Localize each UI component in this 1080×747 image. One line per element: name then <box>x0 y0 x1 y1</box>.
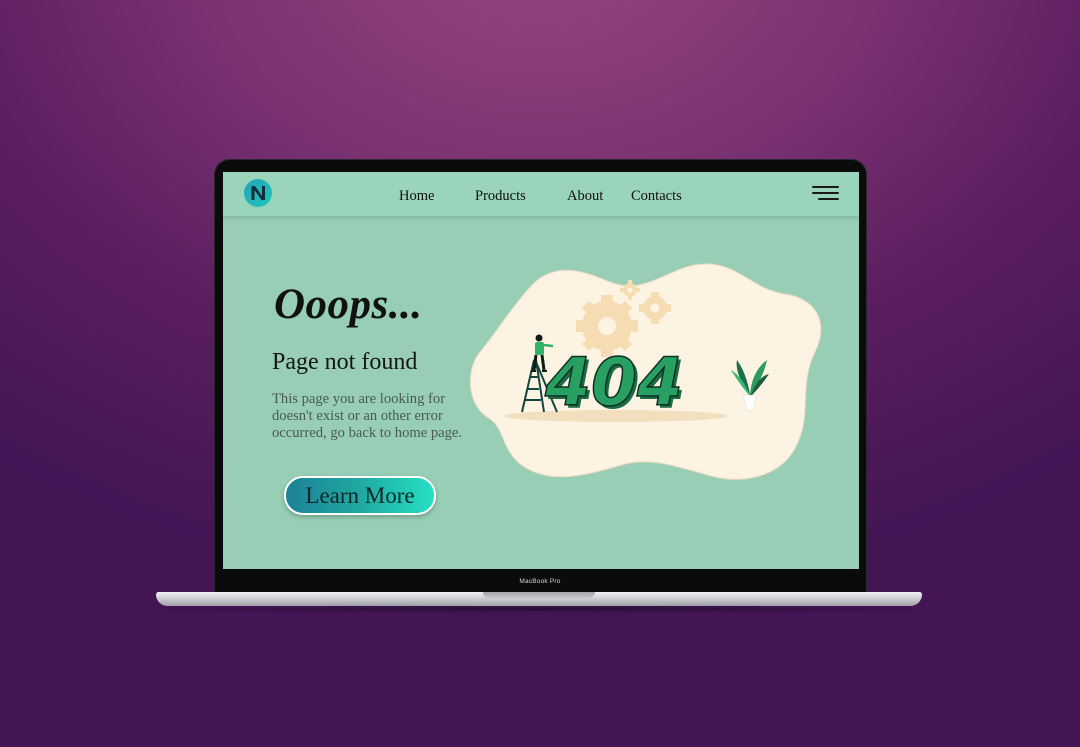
svg-text:404: 404 <box>544 344 683 421</box>
navbar: Home Products About Contacts <box>223 172 859 218</box>
hamburger-line <box>812 192 839 194</box>
hamburger-menu-icon[interactable] <box>812 186 839 202</box>
logo-icon[interactable] <box>243 178 273 208</box>
nav-link-home[interactable]: Home <box>399 188 434 205</box>
nav-link-about[interactable]: About <box>567 188 603 205</box>
error-description: This page you are looking for doesn't ex… <box>272 391 463 441</box>
page-subheading: Page not found <box>272 349 418 375</box>
laptop-screen: Home Products About Contacts Ooops... Pa… <box>223 172 859 569</box>
hamburger-line <box>812 186 839 188</box>
error-code-404: 404 404 <box>543 343 686 424</box>
page-headline: Ooops... <box>274 281 423 328</box>
device-label: MacBook Pro <box>519 578 561 585</box>
nav-link-products[interactable]: Products <box>475 188 526 205</box>
error-404-illustration: 404 404 <box>469 263 822 480</box>
nav-link-contacts[interactable]: Contacts <box>631 188 682 205</box>
hamburger-line <box>818 198 839 200</box>
laptop-shadow <box>170 606 910 612</box>
learn-more-button[interactable]: Learn More <box>284 476 436 515</box>
laptop-notch <box>483 592 595 598</box>
